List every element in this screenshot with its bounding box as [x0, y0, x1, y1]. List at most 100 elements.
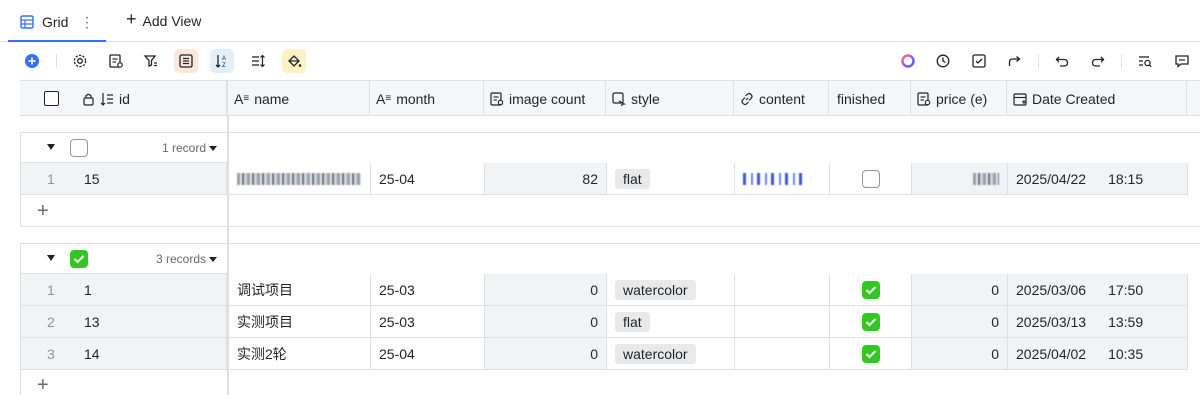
cell-name[interactable]: 实测2轮	[229, 338, 371, 370]
toolbar: AZ	[0, 42, 1200, 80]
column-header-label: Date Created	[1032, 90, 1116, 107]
collapse-caret-icon[interactable]	[47, 255, 55, 261]
fill-color-button[interactable]	[282, 49, 306, 73]
row-height-button[interactable]	[246, 49, 270, 73]
time-text: 17:50	[1108, 281, 1144, 298]
share-icon	[1008, 56, 1021, 66]
column-header-date-created[interactable]: Date Created	[1007, 81, 1187, 116]
table-row[interactable]: 3 14 实测2轮 25-04 0 watercolor 0 2025/04/02 10:35	[21, 338, 1200, 370]
collapse-caret-icon[interactable]	[47, 144, 55, 150]
table-row[interactable]: 1 1 调试项目 25-03 0 watercolor 0 2025/03/06 17:50	[21, 274, 1200, 306]
search-button[interactable]	[1133, 49, 1157, 73]
cell-date-created[interactable]: 2025/03/13 13:59	[1008, 306, 1188, 338]
tab-grid-label: Grid	[42, 14, 69, 30]
cell-style[interactable]: flat	[607, 163, 735, 195]
group-button[interactable]	[174, 49, 198, 73]
ai-assistant-button[interactable]	[896, 49, 920, 73]
cell-content[interactable]	[735, 163, 830, 195]
date-text: 2025/03/13	[1016, 313, 1087, 330]
cell-date-created[interactable]: 2025/03/06 17:50	[1008, 274, 1188, 306]
cell-id[interactable]: 1	[77, 274, 228, 306]
column-header-finished[interactable]: finished	[829, 81, 911, 116]
column-header-id[interactable]: id	[76, 81, 228, 116]
add-row-button[interactable]: +	[21, 196, 228, 226]
group-header[interactable]: 1 record	[21, 133, 228, 163]
cell-price[interactable]: 0	[912, 338, 1008, 370]
cell-price[interactable]: 0	[912, 274, 1008, 306]
table-row[interactable]: 1 15 25-04 82 flat 2025/04/22 18:15	[21, 163, 1200, 195]
cell-id[interactable]: 15	[77, 163, 228, 195]
filter-button[interactable]	[139, 49, 163, 73]
column-header-image-count[interactable]: image count	[484, 81, 606, 116]
chevron-down-icon[interactable]	[209, 146, 217, 151]
formula-field-icon	[490, 91, 504, 106]
table-row[interactable]: 2 13 实测项目 25-03 0 flat 0 2025/03/13 13:59	[21, 306, 1200, 338]
cell-content[interactable]	[735, 274, 830, 306]
sort-icon: AZ	[215, 55, 226, 69]
cell-month[interactable]: 25-03	[371, 306, 485, 338]
cell-content[interactable]	[735, 306, 830, 338]
cell-name[interactable]	[229, 163, 371, 195]
column-header-name[interactable]: A ≡ name	[228, 81, 370, 116]
cell-date-created[interactable]: 2025/04/22 18:15	[1008, 163, 1188, 195]
cell-name[interactable]: 实测项目	[229, 306, 371, 338]
finished-checkbox[interactable]	[861, 344, 880, 363]
finished-checkbox[interactable]	[861, 312, 880, 331]
sort-number-icon	[100, 92, 114, 106]
column-header-label: style	[631, 90, 660, 107]
frozen-column-divider	[227, 116, 229, 395]
check-icon	[73, 255, 85, 264]
group-record-count: 1 record	[161, 141, 206, 155]
cell-style[interactable]: watercolor	[607, 274, 735, 306]
add-row-button[interactable]: +	[21, 370, 228, 395]
add-view-button[interactable]: + Add View	[126, 9, 201, 30]
group-header[interactable]: 3 records	[21, 244, 228, 274]
sort-button[interactable]: AZ	[210, 49, 234, 73]
field-config-button[interactable]	[104, 49, 128, 73]
cell-id[interactable]: 13	[77, 306, 228, 338]
column-header-label: finished	[837, 90, 886, 107]
cell-price[interactable]: 0	[912, 306, 1008, 338]
cell-style[interactable]: flat	[607, 306, 735, 338]
cell-month[interactable]: 25-04	[371, 163, 485, 195]
column-header-month[interactable]: A ≡ month	[370, 81, 484, 116]
select-all-checkbox[interactable]	[20, 81, 76, 116]
cell-name[interactable]: 调试项目	[229, 274, 371, 306]
cell-image-count[interactable]: 0	[485, 274, 607, 306]
share-button[interactable]	[1003, 49, 1027, 73]
redacted-text	[237, 172, 361, 185]
undo-button[interactable]	[1050, 49, 1074, 73]
add-record-button[interactable]	[20, 49, 44, 73]
automation-button[interactable]	[931, 49, 955, 73]
column-header-content[interactable]: content	[734, 81, 829, 116]
cell-style[interactable]: watercolor	[607, 338, 735, 370]
cell-image-count[interactable]: 0	[485, 338, 607, 370]
cell-month[interactable]: 25-03	[371, 274, 485, 306]
cell-price[interactable]	[912, 163, 1008, 195]
form-button[interactable]	[967, 49, 991, 73]
comments-button[interactable]	[1170, 49, 1194, 73]
group-icon	[179, 54, 193, 68]
cell-date-created[interactable]: 2025/04/02 10:35	[1008, 338, 1188, 370]
cell-finished[interactable]	[830, 338, 912, 370]
column-header-label: name	[254, 90, 290, 107]
finished-checkbox[interactable]	[861, 280, 880, 299]
cell-image-count[interactable]: 0	[485, 306, 607, 338]
column-header-label: content	[759, 90, 805, 107]
more-vertical-icon[interactable]: ⋮	[80, 14, 94, 31]
settings-button[interactable]	[68, 49, 92, 73]
cell-content[interactable]	[735, 338, 830, 370]
finished-checkbox[interactable]	[861, 169, 880, 188]
cell-finished[interactable]	[830, 163, 912, 195]
redo-button[interactable]	[1086, 49, 1110, 73]
cell-image-count[interactable]: 82	[485, 163, 607, 195]
chevron-down-icon[interactable]	[209, 257, 217, 262]
cell-month[interactable]: 25-04	[371, 338, 485, 370]
record-group-unchecked: 1 record 1 15 25-04 82 flat 2025/04/22 1…	[20, 132, 1200, 227]
column-header-style[interactable]: style	[606, 81, 734, 116]
cell-finished[interactable]	[830, 274, 912, 306]
column-header-price[interactable]: price (e)	[911, 81, 1007, 116]
cell-finished[interactable]	[830, 306, 912, 338]
svg-text:Z: Z	[222, 63, 226, 69]
cell-id[interactable]: 14	[77, 338, 228, 370]
